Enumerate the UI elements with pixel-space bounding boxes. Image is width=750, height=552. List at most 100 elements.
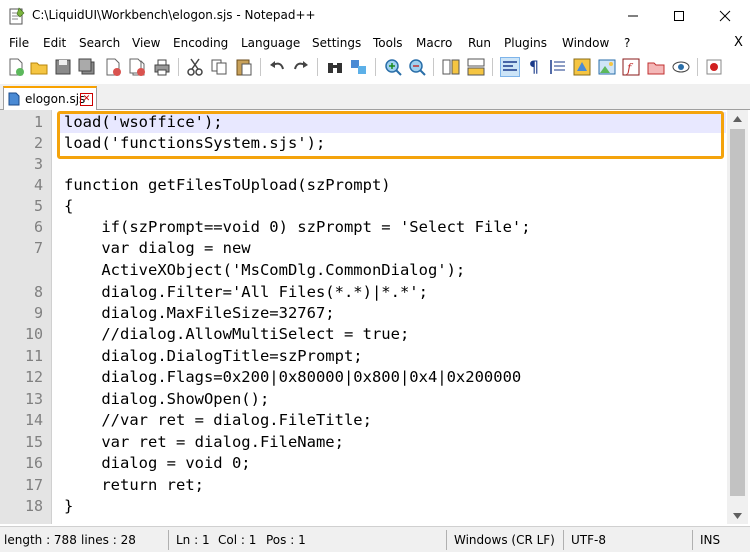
code-line[interactable]: dialog.MaxFileSize=32767; <box>64 303 334 324</box>
chevron-up-icon <box>733 115 742 122</box>
redo-button[interactable] <box>291 57 311 77</box>
menu-edit[interactable]: Edit <box>43 36 66 50</box>
code-line[interactable]: return ret; <box>64 475 204 496</box>
scrollbar-thumb[interactable] <box>730 129 745 496</box>
menu-view[interactable]: View <box>132 36 160 50</box>
toolbar: ¶ f <box>0 54 750 82</box>
eye-icon <box>672 61 690 73</box>
document-map-button[interactable] <box>597 57 617 77</box>
undo-button[interactable] <box>267 57 287 77</box>
function-list-button[interactable]: f <box>621 57 641 77</box>
line-number: 1 <box>33 113 43 131</box>
replace-button[interactable] <box>349 57 369 77</box>
tab-label: elogon.sjs <box>25 92 86 106</box>
line-number-gutter: 1 2 3 4 5 6 7 8 9 10 11 12 13 14 15 16 1… <box>0 110 52 524</box>
code-line[interactable]: //var ret = dialog.FileTitle; <box>64 410 372 431</box>
status-position: Pos : 1 <box>266 533 306 547</box>
menu-file[interactable]: File <box>9 36 29 50</box>
menu-help[interactable]: ? <box>624 36 630 50</box>
line-number: 8 <box>33 283 43 301</box>
record-macro-button[interactable] <box>704 57 724 77</box>
close-all-icon <box>129 58 145 76</box>
indent-guide-button[interactable] <box>548 57 568 77</box>
cut-button[interactable] <box>185 57 205 77</box>
sync-vertical-button[interactable] <box>441 57 461 77</box>
line-number: 6 <box>33 218 43 236</box>
code-line[interactable]: dialog.ShowOpen(); <box>64 389 269 410</box>
fold-margin[interactable] <box>52 110 60 524</box>
line-number: 5 <box>33 197 43 215</box>
status-encoding[interactable]: UTF-8 <box>571 533 606 547</box>
close-all-button[interactable] <box>127 57 147 77</box>
new-file-button[interactable] <box>6 57 26 77</box>
save-all-button[interactable] <box>77 57 97 77</box>
code-line[interactable]: var ret = dialog.FileName; <box>64 432 344 453</box>
line-number: 3 <box>33 155 43 173</box>
monitoring-button[interactable] <box>671 57 691 77</box>
folder-workspace-button[interactable] <box>646 57 666 77</box>
show-all-characters-button[interactable]: ¶ <box>524 57 544 77</box>
tab-elogon-sjs[interactable]: elogon.sjs ✕ <box>3 86 97 110</box>
document-map-icon <box>598 59 616 75</box>
menu-language[interactable]: Language <box>241 36 300 50</box>
scissors-icon <box>187 58 203 76</box>
code-line[interactable]: dialog.Flags=0x200|0x80000|0x800|0x4|0x2… <box>64 367 521 388</box>
paste-button[interactable] <box>234 57 254 77</box>
code-line[interactable]: var dialog = new <box>64 238 250 259</box>
code-line[interactable]: dialog.Filter='All Files(*.*)|*.*'; <box>64 282 428 303</box>
copy-button[interactable] <box>209 57 229 77</box>
close-window-button[interactable] <box>702 0 748 32</box>
scroll-up-button[interactable] <box>727 110 748 127</box>
close-document-button[interactable]: X <box>734 35 743 50</box>
code-line[interactable]: ActiveXObject('MsComDlg.CommonDialog'); <box>64 260 465 281</box>
zoom-out-button[interactable] <box>407 57 427 77</box>
print-button[interactable] <box>152 57 172 77</box>
code-line[interactable]: { <box>64 196 73 217</box>
line-number: 10 <box>24 325 43 343</box>
minimize-button[interactable] <box>610 0 656 32</box>
user-language-button[interactable] <box>572 57 592 77</box>
code-line[interactable]: function getFilesToUpload(szPrompt) <box>64 175 391 196</box>
user-language-icon <box>573 58 591 76</box>
line-number: 12 <box>24 368 43 386</box>
menu-tools[interactable]: Tools <box>373 36 403 50</box>
status-length: length : 788 <box>4 533 77 547</box>
code-editor[interactable]: 1 2 3 4 5 6 7 8 9 10 11 12 13 14 15 16 1… <box>0 110 750 524</box>
status-separator <box>692 530 693 550</box>
menu-bar: File Edit Search View Encoding Language … <box>0 32 750 54</box>
zoom-out-icon <box>409 59 426 76</box>
line-number: 18 <box>24 497 43 515</box>
scroll-down-button[interactable] <box>727 507 748 524</box>
menu-window[interactable]: Window <box>562 36 609 50</box>
code-line[interactable]: dialog.DialogTitle=szPrompt; <box>64 346 362 367</box>
chevron-down-icon <box>733 512 742 519</box>
close-file-button[interactable] <box>103 57 123 77</box>
menu-run[interactable]: Run <box>468 36 491 50</box>
sync-horizontal-button[interactable] <box>466 57 486 77</box>
maximize-button[interactable] <box>656 0 702 32</box>
menu-macro[interactable]: Macro <box>416 36 452 50</box>
open-file-button[interactable] <box>29 57 49 77</box>
save-button[interactable] <box>53 57 73 77</box>
menu-encoding[interactable]: Encoding <box>173 36 228 50</box>
word-wrap-button[interactable] <box>500 57 520 77</box>
toolbar-separator <box>260 58 261 76</box>
status-insert-mode[interactable]: INS <box>700 533 720 547</box>
close-file-icon <box>106 58 121 76</box>
menu-plugins[interactable]: Plugins <box>504 36 547 50</box>
menu-settings[interactable]: Settings <box>312 36 361 50</box>
line-number: 17 <box>24 476 43 494</box>
code-line[interactable]: } <box>64 496 73 517</box>
vertical-scrollbar[interactable] <box>727 110 748 524</box>
status-lines: lines : 28 <box>81 533 136 547</box>
status-eol-format[interactable]: Windows (CR LF) <box>454 533 555 547</box>
menu-search[interactable]: Search <box>79 36 120 50</box>
find-button[interactable] <box>325 57 345 77</box>
code-line[interactable]: dialog = void 0; <box>64 453 250 474</box>
tab-close-icon[interactable]: ✕ <box>80 93 93 106</box>
function-list-icon: f <box>622 58 640 76</box>
zoom-in-button[interactable] <box>383 57 403 77</box>
code-line[interactable]: if(szPrompt==void 0) szPrompt = 'Select … <box>64 217 530 238</box>
code-line[interactable]: //dialog.AllowMultiSelect = true; <box>64 324 409 345</box>
notepadpp-app-icon <box>9 7 25 25</box>
